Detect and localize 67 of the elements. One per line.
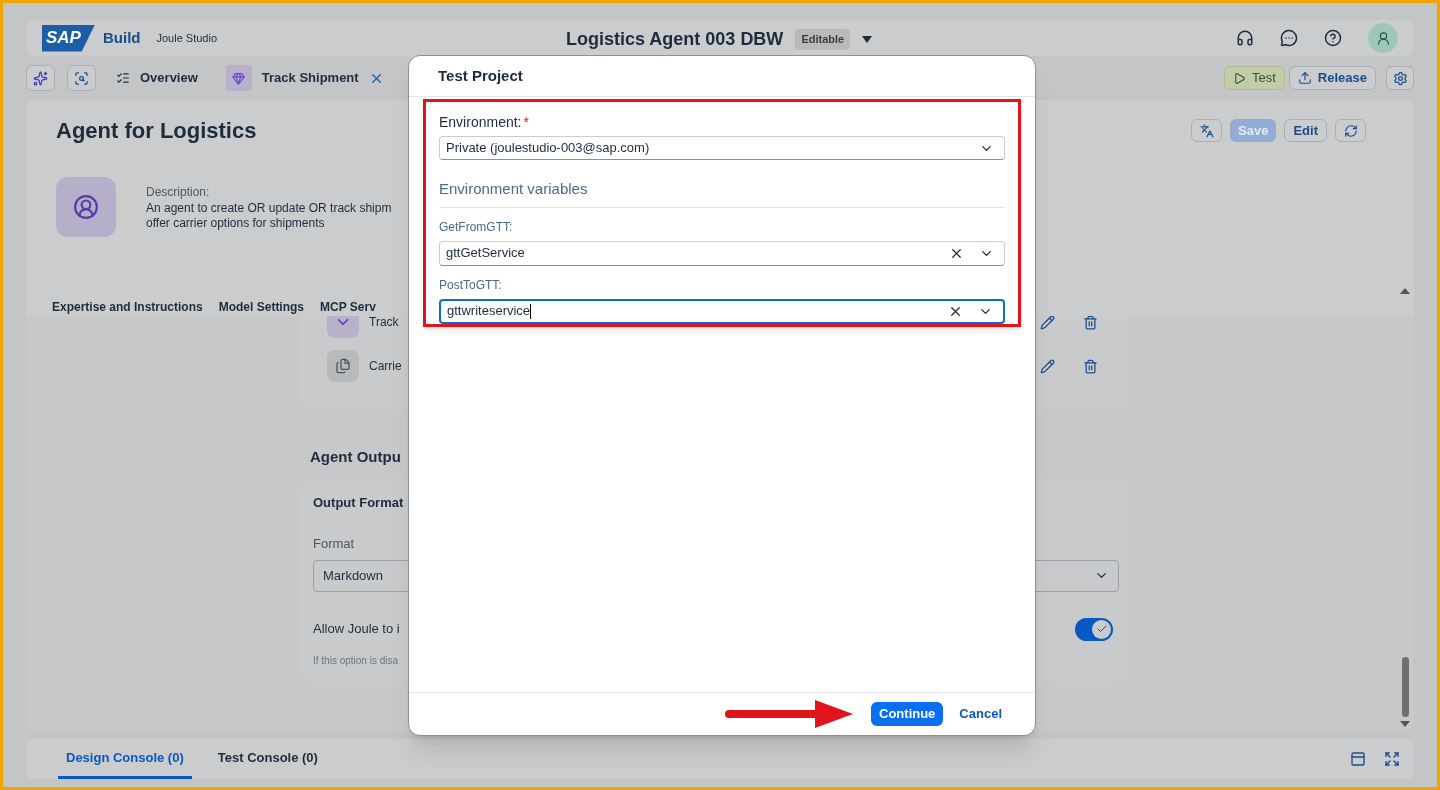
status-badge: Editable bbox=[795, 29, 851, 50]
agent-avatar bbox=[56, 177, 116, 237]
documents-icon bbox=[327, 350, 359, 382]
delete-icon[interactable] bbox=[1083, 358, 1098, 374]
section-tab[interactable]: Expertise and Instructions bbox=[52, 298, 203, 316]
tool-name: Carrie bbox=[369, 358, 402, 375]
support-icon[interactable] bbox=[1236, 29, 1254, 47]
hint-text: If this option is disa bbox=[313, 653, 400, 668]
refresh-button[interactable] bbox=[1335, 119, 1366, 142]
toolbar-button[interactable]: Edit bbox=[1284, 119, 1327, 142]
search-button[interactable] bbox=[67, 65, 96, 91]
sap-logo: SAP bbox=[42, 24, 95, 52]
feedback-icon[interactable] bbox=[1280, 29, 1298, 47]
delete-icon[interactable] bbox=[1083, 314, 1098, 330]
field-label: PostToGTT: bbox=[439, 276, 503, 294]
continue-button[interactable]: Continue bbox=[871, 702, 944, 726]
translate-button[interactable] bbox=[1191, 119, 1223, 142]
field-label: Environment: bbox=[439, 114, 522, 130]
section-heading: Agent Outpu bbox=[310, 447, 402, 467]
help-icon[interactable] bbox=[1324, 29, 1342, 47]
user-avatar[interactable] bbox=[1368, 23, 1398, 53]
format-label: Format bbox=[313, 535, 356, 553]
translate-icon bbox=[1199, 123, 1214, 138]
editor-tab[interactable]: Track Shipment bbox=[217, 64, 392, 92]
console-tab[interactable]: Test Console (0) bbox=[209, 739, 326, 779]
variable-field[interactable]: gttwriteservice bbox=[439, 298, 1005, 324]
card-title: Output Format bbox=[313, 493, 405, 512]
console-tab[interactable]: Design Console (0) bbox=[58, 739, 192, 779]
upload-icon bbox=[1297, 71, 1312, 85]
gem-icon bbox=[225, 65, 252, 91]
subsection-heading: Environment variables bbox=[439, 178, 1005, 208]
editor-tab[interactable]: Overview bbox=[108, 64, 206, 92]
edit-icon[interactable] bbox=[1040, 314, 1055, 330]
list-icon bbox=[116, 71, 130, 85]
project-title: Logistics Agent 003 DBW bbox=[566, 28, 784, 51]
search-icon bbox=[74, 70, 89, 86]
section-tab[interactable]: MCP Serv bbox=[320, 298, 376, 316]
expand-icon[interactable] bbox=[1384, 751, 1400, 767]
description-text: offer carrier options for shipments bbox=[146, 216, 326, 231]
sparkle-icon bbox=[33, 70, 48, 86]
dialog-title: Test Project bbox=[438, 65, 523, 86]
variable-field[interactable]: gttGetService bbox=[439, 240, 1005, 266]
release-button[interactable]: Release bbox=[1288, 66, 1376, 90]
test-button[interactable]: Test bbox=[1224, 66, 1285, 90]
description-text: An agent to create OR update OR track shipm bbox=[146, 201, 392, 216]
scrollbar[interactable] bbox=[1400, 288, 1410, 727]
section-tab[interactable]: Model Settings bbox=[218, 298, 305, 316]
ai-button[interactable] bbox=[26, 65, 55, 91]
refresh-icon bbox=[1343, 123, 1358, 138]
settings-icon bbox=[1392, 70, 1408, 86]
app-name: Joule Studio bbox=[156, 30, 217, 46]
settings-button[interactable] bbox=[1386, 66, 1414, 90]
required-mark: * bbox=[523, 114, 529, 130]
tool-name: Track bbox=[369, 314, 399, 331]
environment-select[interactable]: Private (joulestudio-003@sap.com) bbox=[439, 136, 1005, 160]
product-name: Build bbox=[102, 27, 141, 48]
play-icon bbox=[1233, 71, 1246, 85]
field-label: GetFromGTT: bbox=[439, 218, 514, 236]
panel-icon[interactable] bbox=[1350, 751, 1366, 767]
edit-icon[interactable] bbox=[1040, 358, 1055, 374]
agent-title: Agent for Logistics bbox=[56, 117, 257, 145]
caret-icon[interactable] bbox=[862, 36, 873, 43]
toggle-switch[interactable] bbox=[1075, 617, 1113, 641]
toggle-label: Allow Joule to i bbox=[313, 620, 400, 639]
cancel-button[interactable]: Cancel bbox=[951, 702, 1010, 726]
check-icon bbox=[1095, 623, 1108, 635]
description-label: Description: bbox=[146, 184, 211, 201]
